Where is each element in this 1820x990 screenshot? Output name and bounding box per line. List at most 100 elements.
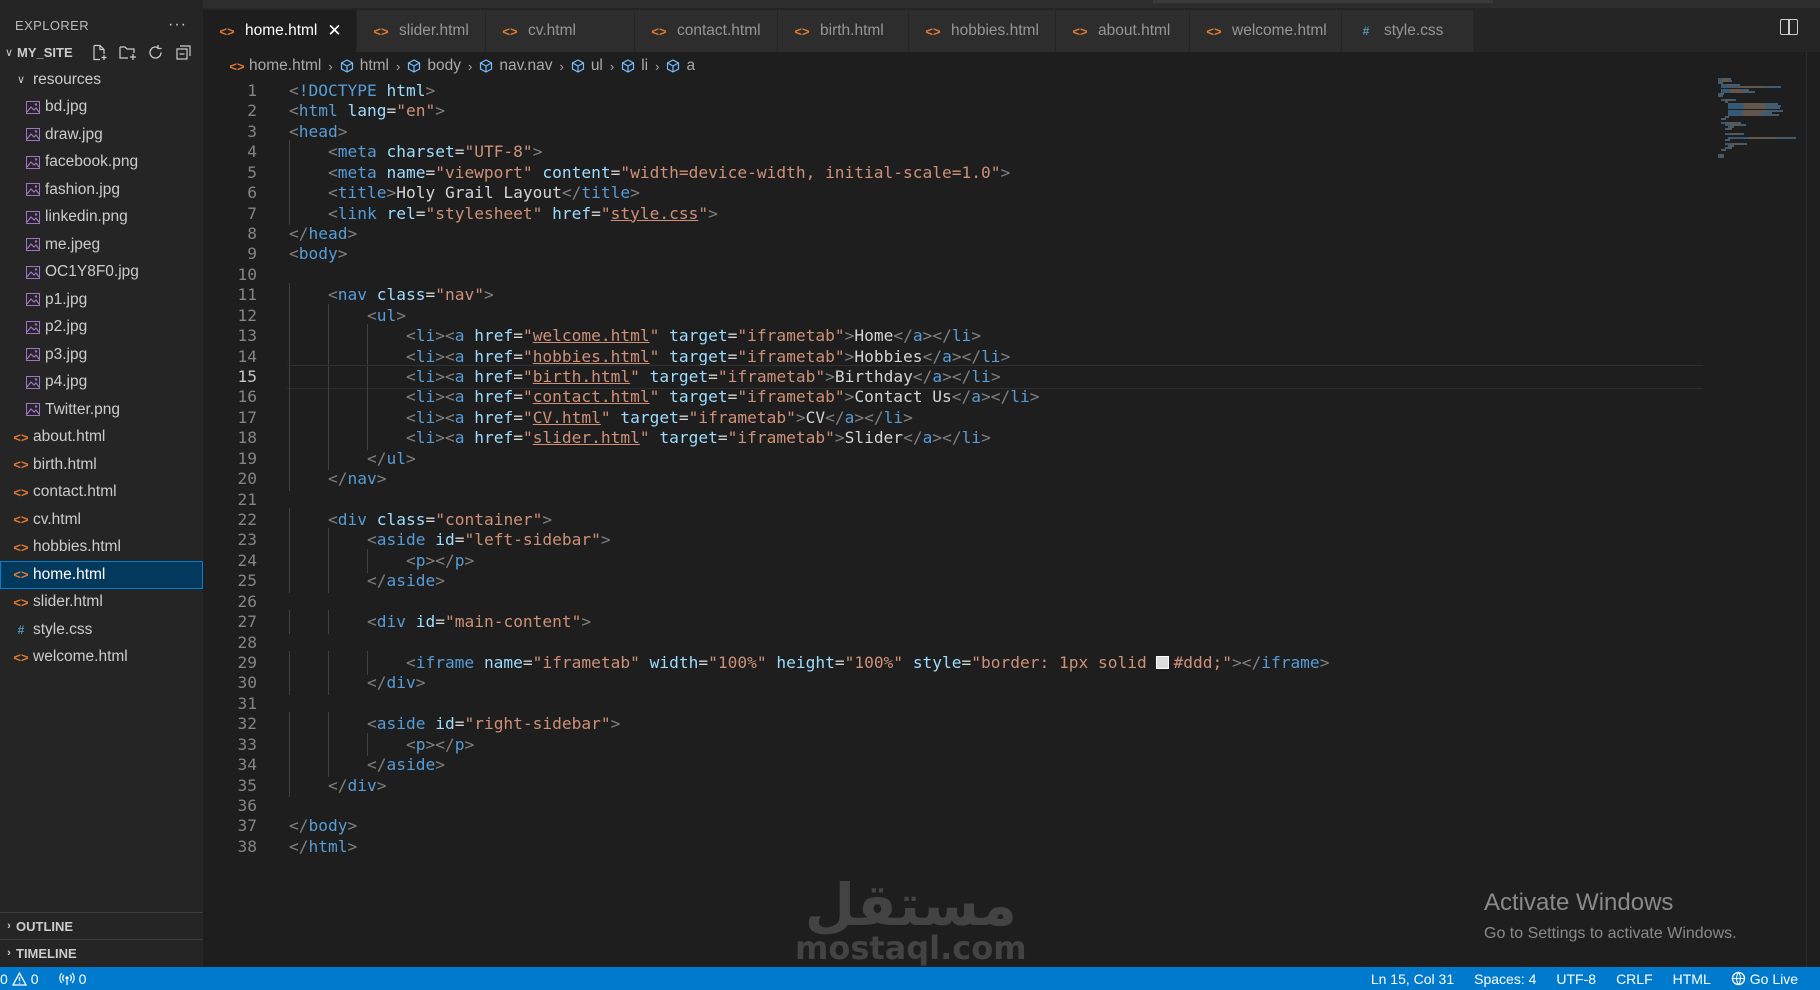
close-icon[interactable]: ✕ — [327, 21, 341, 41]
file-oc1y8f0-jpg[interactable]: OC1Y8F0.jpg — [0, 259, 203, 287]
tab-hobbies-html[interactable]: <> hobbies.html — [909, 10, 1056, 52]
element-icon — [340, 59, 354, 73]
minimap-line — [1718, 94, 1724, 97]
breadcrumb-item[interactable]: html — [340, 57, 389, 75]
outline-section[interactable]: › OUTLINE — [0, 912, 203, 939]
line-endings[interactable]: CRLF — [1606, 971, 1663, 987]
tab-label: style.css — [1384, 22, 1444, 39]
ports-indicator[interactable]: 0 — [49, 971, 97, 987]
more-actions-icon[interactable]: ··· — [168, 16, 187, 34]
tab-about-html[interactable]: <> about.html — [1056, 10, 1190, 52]
minimap-line — [1724, 128, 1732, 131]
tab-home-html[interactable]: <> home.html ✕ — [203, 10, 357, 52]
css-file-icon: # — [17, 622, 25, 637]
html-file-icon: <> — [13, 539, 29, 555]
code-line-38[interactable]: 38 </html> — [203, 835, 1703, 859]
code-editor[interactable]: 1 <!DOCTYPE html> 2 <html lang="en"> 3 <head>… — [203, 80, 1703, 967]
encoding[interactable]: UTF-8 — [1546, 971, 1606, 987]
file-bd-jpg[interactable]: bd.jpg — [0, 94, 203, 122]
cursor-position[interactable]: Ln 15, Col 31 — [1361, 971, 1464, 987]
line-number: 38 — [237, 836, 258, 856]
breadcrumb-item[interactable]: ul — [571, 57, 603, 75]
breadcrumb-label: ul — [590, 57, 603, 74]
minimap[interactable] — [1718, 78, 1796, 158]
html-file-icon: <> — [13, 429, 29, 445]
file-p4-jpg[interactable]: p4.jpg — [0, 369, 203, 397]
minimap-line — [1721, 117, 1727, 120]
file-about-html[interactable]: <> about.html — [0, 424, 203, 452]
status-bar: 0 0 0 Ln 15, Col 31 Spaces: 4 UTF-8 CRLF… — [0, 967, 1820, 990]
refresh-icon[interactable] — [146, 43, 165, 62]
minimap-line — [1721, 99, 1736, 101]
html-file-icon: <> — [13, 457, 29, 473]
explorer-title: EXPLORER — [15, 17, 90, 33]
indentation[interactable]: Spaces: 4 — [1464, 971, 1546, 987]
collapse-all-icon[interactable] — [174, 43, 193, 62]
split-editor-icon[interactable] — [1780, 19, 1798, 35]
file-hobbies-html[interactable]: <> hobbies.html — [0, 534, 203, 562]
breadcrumb-label: nav.nav — [499, 57, 553, 74]
html-file-icon: <> — [794, 23, 810, 39]
breadcrumb-label: a — [686, 57, 696, 74]
file-label: Twitter.png — [45, 400, 120, 418]
file-birth-html[interactable]: <> birth.html — [0, 451, 203, 479]
breadcrumb-item[interactable]: li — [621, 57, 648, 75]
tab-label: hobbies.html — [951, 22, 1039, 39]
errors-count: 0 — [0, 970, 8, 987]
tab-contact-html[interactable]: <> contact.html — [635, 10, 778, 52]
root-folder-row[interactable]: ∨ MY_SITE — [0, 39, 203, 66]
file-welcome-html[interactable]: <> welcome.html — [0, 644, 203, 672]
file-draw-jpg[interactable]: draw.jpg — [0, 121, 203, 149]
breadcrumb-item[interactable]: a — [666, 57, 695, 75]
problems-indicator[interactable]: 0 0 — [0, 971, 49, 987]
minimap-line — [1721, 149, 1727, 152]
image-file-icon — [23, 210, 43, 224]
file-fashion-jpg[interactable]: fashion.jpg — [0, 176, 203, 204]
file-label: cv.html — [33, 510, 81, 528]
tab-welcome-html[interactable]: <> welcome.html — [1190, 10, 1342, 52]
timeline-section[interactable]: › TIMELINE — [0, 939, 203, 966]
file-linkedin-png[interactable]: linkedin.png — [0, 204, 203, 232]
file-style-css[interactable]: # style.css — [0, 616, 203, 644]
minimap-line — [1724, 132, 1745, 135]
tab-style-css[interactable]: # style.css — [1342, 10, 1474, 52]
code-text: </html> — [289, 836, 358, 856]
breadcrumb-item[interactable]: nav.nav — [479, 57, 552, 75]
new-folder-icon[interactable] — [118, 43, 137, 62]
file-home-html[interactable]: <> home.html — [0, 561, 203, 589]
timeline-label: TIMELINE — [16, 945, 77, 961]
file-contact-html[interactable]: <> contact.html — [0, 479, 203, 507]
breadcrumb-item[interactable]: body — [407, 57, 461, 75]
go-live-button[interactable]: Go Live — [1721, 971, 1820, 987]
language-mode[interactable]: HTML — [1663, 971, 1721, 987]
file-label: home.html — [33, 565, 106, 583]
file-cv-html[interactable]: <> cv.html — [0, 506, 203, 534]
breadcrumb-item[interactable]: <> home.html — [227, 57, 321, 75]
file-p3-jpg[interactable]: p3.jpg — [0, 341, 203, 369]
ports-count: 0 — [78, 970, 87, 987]
tab-cv-html[interactable]: <> cv.html — [486, 10, 635, 52]
file-slider-html[interactable]: <> slider.html — [0, 589, 203, 617]
chevron-down-icon: ∨ — [16, 74, 26, 87]
image-file-icon — [23, 238, 43, 252]
tab-label: home.html — [245, 22, 318, 39]
color-swatch[interactable] — [1156, 656, 1170, 670]
file-me-jpeg[interactable]: me.jpeg — [0, 231, 203, 259]
file-label: slider.html — [33, 593, 103, 611]
file-label: draw.jpg — [45, 125, 103, 143]
file-twitter-png[interactable]: Twitter.png — [0, 396, 203, 424]
file-facebook-png[interactable]: facebook.png — [0, 149, 203, 177]
watermark-latin: mostaql.com — [795, 929, 1027, 967]
chevron-right-icon: › — [467, 58, 473, 74]
tab-birth-html[interactable]: <> birth.html — [778, 10, 909, 52]
tab-slider-html[interactable]: <> slider.html — [357, 10, 486, 52]
file-p2-jpg[interactable]: p2.jpg — [0, 314, 203, 342]
image-file-icon — [23, 155, 43, 169]
folder-resources[interactable]: ∨ resources — [0, 66, 203, 94]
file-label: hobbies.html — [33, 538, 121, 556]
breadcrumb: <> home.html › html › body › nav.nav › ul › li › a — [203, 52, 1820, 80]
new-file-icon[interactable] — [90, 43, 109, 62]
editor-scrollbar[interactable] — [1806, 52, 1820, 967]
tab-label: cv.html — [528, 22, 576, 39]
file-p1-jpg[interactable]: p1.jpg — [0, 286, 203, 314]
